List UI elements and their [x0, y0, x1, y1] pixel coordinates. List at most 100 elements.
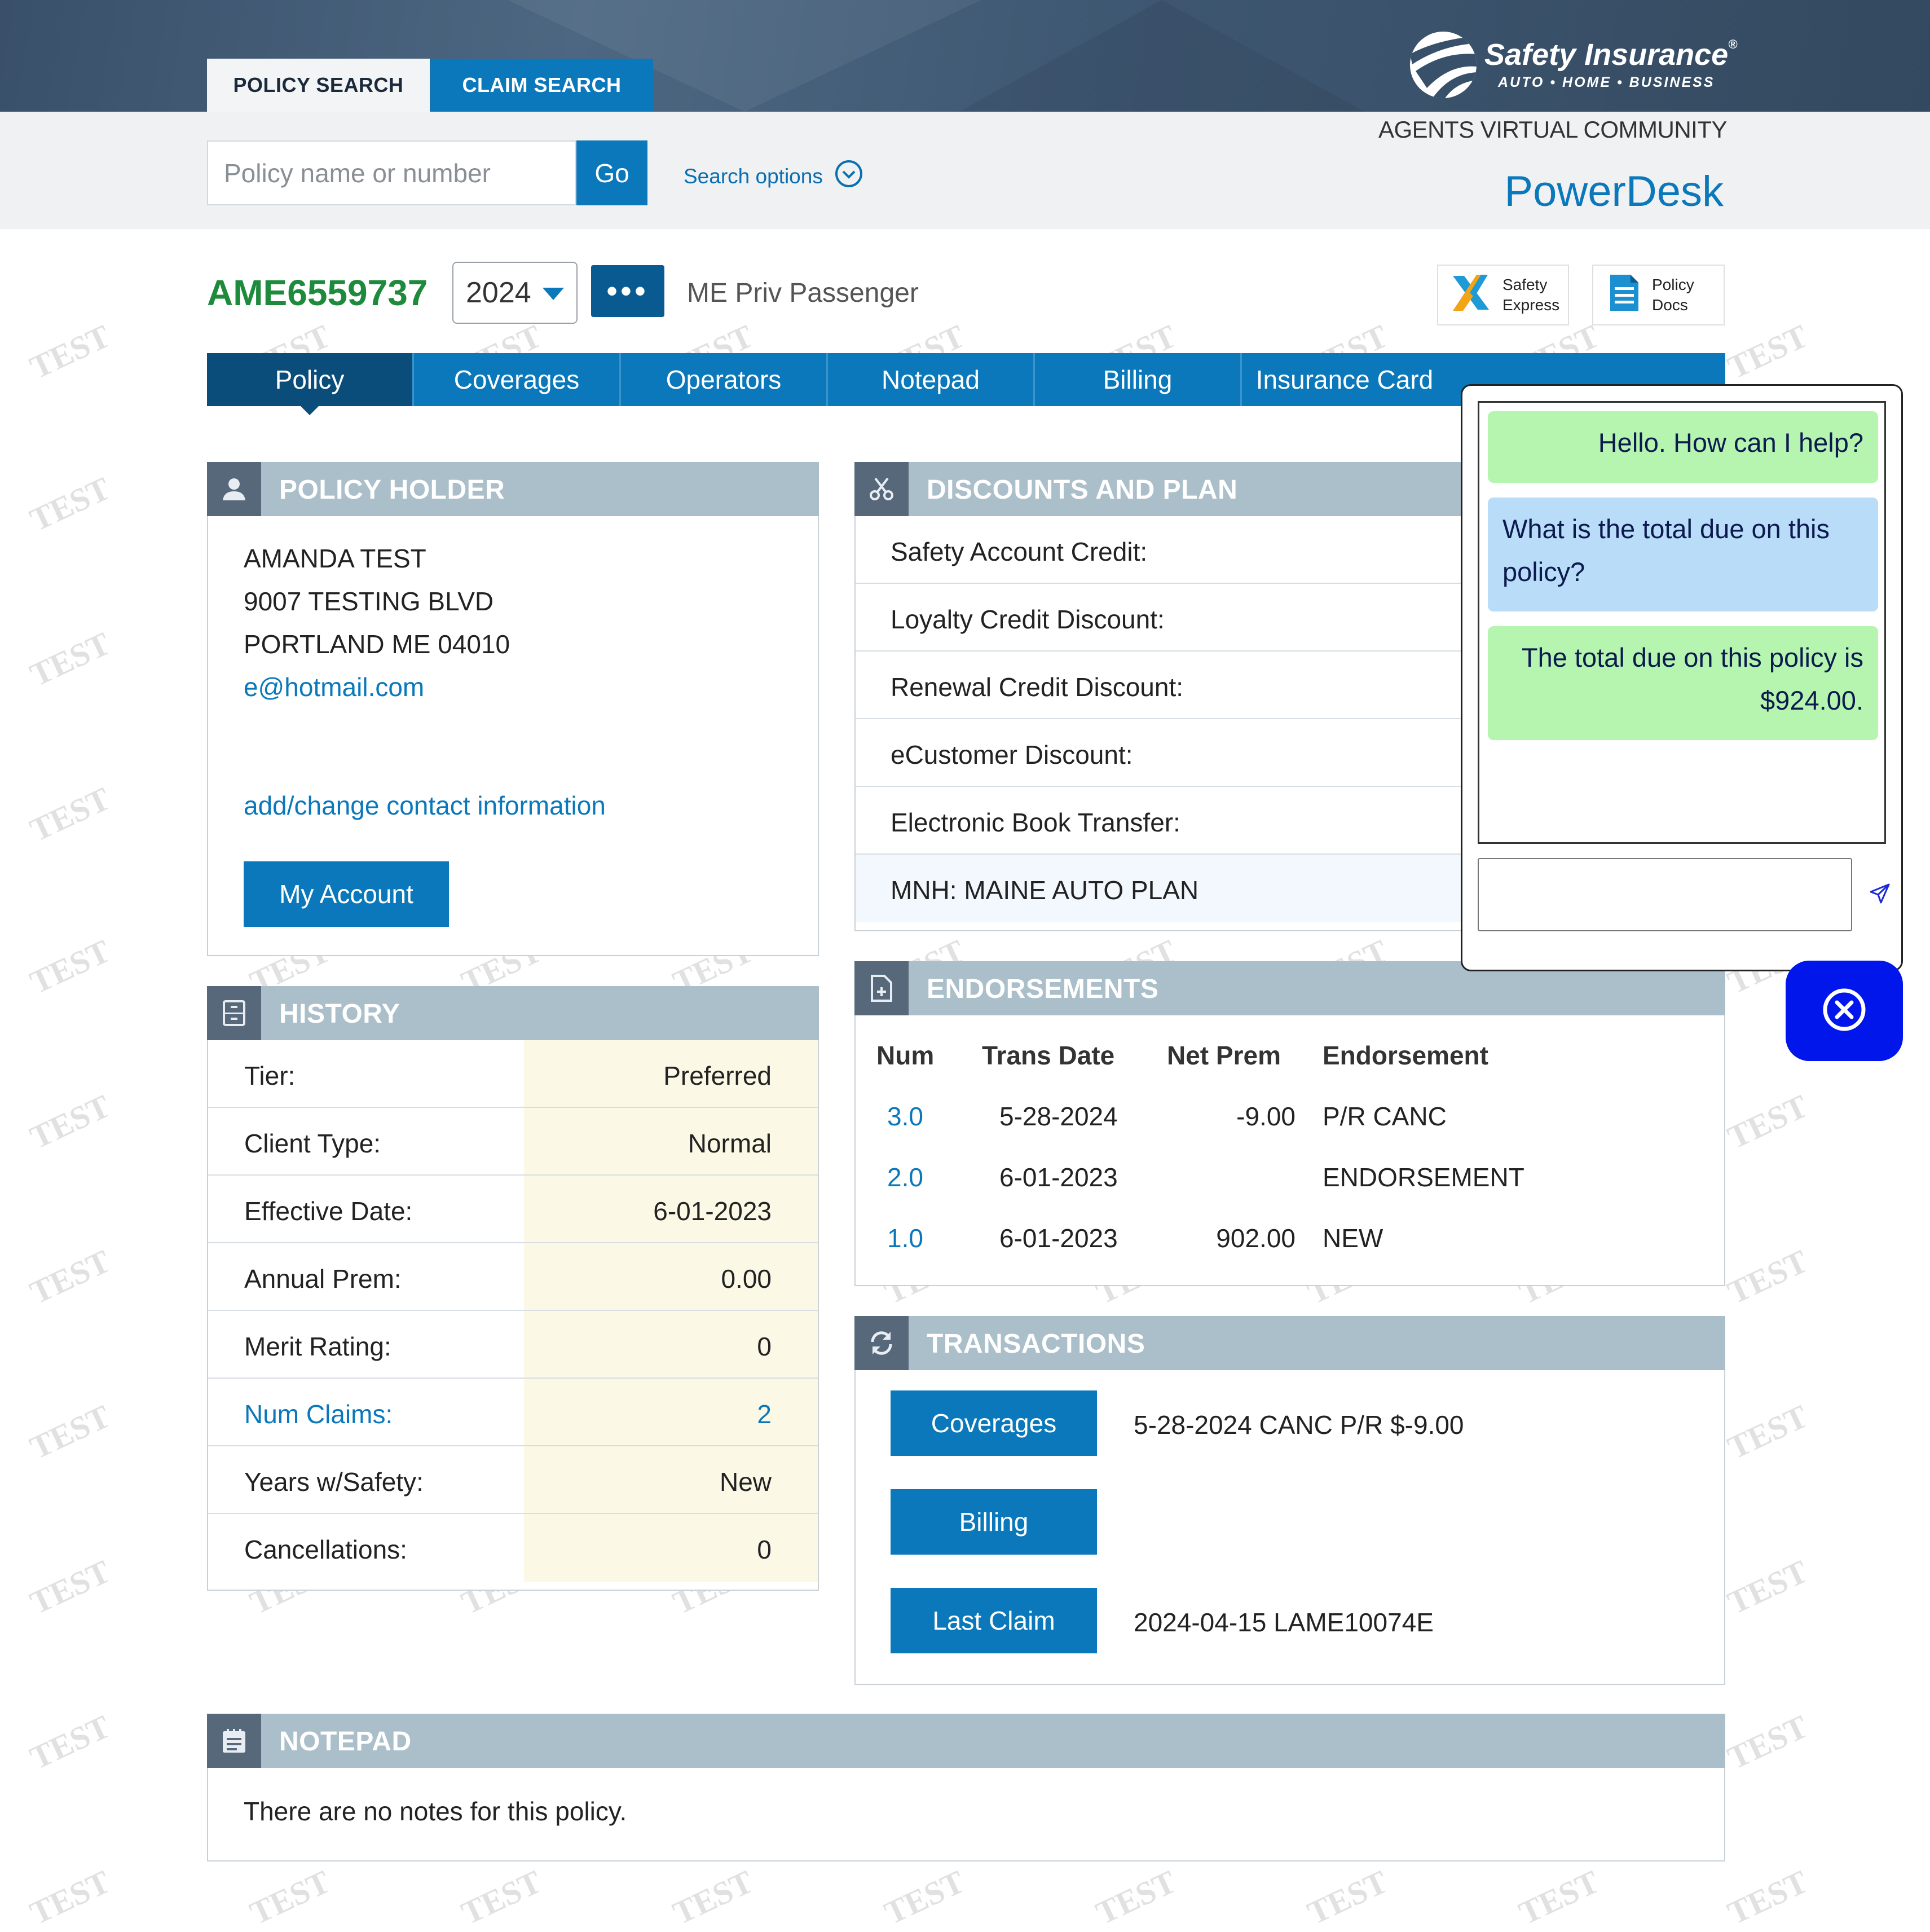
app-title: PowerDesk: [1504, 168, 1724, 215]
tab-policy-search[interactable]: POLICY SEARCH: [207, 59, 430, 112]
safety-express-button[interactable]: Safety Express: [1437, 265, 1569, 325]
discounts-title: DISCOUNTS AND PLAN: [927, 475, 1238, 505]
discounts-panel: DISCOUNTS AND PLAN Safety Account Credit…: [854, 462, 1497, 931]
history-value: New: [719, 1467, 772, 1497]
transactions-header: TRANSACTIONS: [854, 1316, 1725, 1370]
search-options-link[interactable]: Search options: [684, 159, 863, 193]
test-watermark: TEST: [244, 1863, 336, 1932]
history-row-client-type: Client Type: Normal: [208, 1108, 818, 1176]
scissors-icon: [854, 462, 909, 516]
brand-tagline: AUTO • HOME • BUSINESS: [1498, 74, 1715, 90]
test-watermark: TEST: [24, 317, 116, 386]
history-row-tier: Tier: Preferred: [208, 1040, 818, 1108]
year-select[interactable]: 2024: [452, 262, 578, 324]
transaction-billing-button[interactable]: Billing: [891, 1489, 1097, 1555]
endorsement-num-link[interactable]: 1.0: [887, 1223, 923, 1253]
policy-holder-header: POLICY HOLDER: [207, 462, 819, 516]
history-row-num-claims[interactable]: Num Claims: 2: [208, 1379, 818, 1446]
history-value: 0.00: [721, 1264, 772, 1293]
road-emblem-icon: [1410, 32, 1477, 98]
test-watermark: TEST: [24, 1242, 116, 1312]
transaction-last-claim-detail: 2024-04-15 LAME10074E: [1134, 1608, 1434, 1637]
endorsement-num-link[interactable]: 3.0: [887, 1101, 923, 1132]
policy-type: ME Priv Passenger: [687, 278, 919, 308]
safety-express-line1: Safety: [1502, 276, 1548, 293]
safety-express-x-icon: [1448, 272, 1493, 318]
test-watermark: TEST: [1722, 1552, 1814, 1622]
history-label: Years w/Safety:: [244, 1467, 424, 1497]
test-watermark: TEST: [24, 1397, 116, 1467]
chat-message-user: What is the total due on this policy?: [1488, 498, 1878, 611]
company-logo[interactable]: Safety Insurance® AUTO • HOME • BUSINESS: [1410, 32, 1737, 102]
policy-number: AME6559737: [207, 272, 428, 313]
notepad-icon: [207, 1714, 261, 1768]
endorsement-type: ENDORSEMENT: [1323, 1163, 1524, 1192]
tab-insurance-card[interactable]: Insurance Card: [1242, 353, 1447, 406]
endorsement-date: 5-28-2024: [999, 1102, 1118, 1131]
num-claims-value-link[interactable]: 2: [757, 1399, 772, 1429]
test-watermark: TEST: [1722, 1397, 1814, 1467]
more-options-button[interactable]: •••: [591, 265, 664, 317]
holder-address-line1: 9007 TESTING BLVD: [244, 587, 494, 616]
chat-close-button[interactable]: [1786, 961, 1903, 1061]
notepad-title: NOTEPAD: [279, 1727, 412, 1757]
discount-row: eCustomer Discount:: [856, 719, 1496, 787]
community-label: AGENTS VIRTUAL COMMUNITY: [1378, 116, 1728, 143]
tab-billing[interactable]: Billing: [1035, 353, 1242, 406]
history-panel: HISTORY Tier: Preferred Client Type: Norma…: [207, 986, 819, 1591]
history-row-effective-date: Effective Date: 6-01-2023: [208, 1176, 818, 1243]
tab-claim-search[interactable]: CLAIM SEARCH: [430, 59, 653, 112]
policy-holder-title: POLICY HOLDER: [279, 475, 505, 505]
holder-email-link[interactable]: e@hotmail.com: [244, 672, 424, 702]
test-watermark: TEST: [1513, 1863, 1605, 1932]
discount-label: eCustomer Discount:: [891, 740, 1133, 769]
col-header-net-prem: Net Prem: [1167, 1041, 1281, 1070]
transaction-coverages-button[interactable]: Coverages: [891, 1390, 1097, 1456]
brand-name: Safety Insurance: [1484, 38, 1729, 72]
chat-message-log[interactable]: Hello. How can I help? What is the total…: [1478, 401, 1886, 844]
endorsements-title: ENDORSEMENTS: [927, 974, 1159, 1004]
chat-message-bot: The total due on this policy is $924.00.: [1488, 626, 1878, 740]
notepad-header: NOTEPAD: [207, 1714, 1725, 1768]
test-watermark: TEST: [456, 1863, 548, 1932]
change-contact-link[interactable]: add/change contact information: [244, 790, 606, 821]
chat-input[interactable]: [1478, 858, 1852, 931]
tab-policy[interactable]: Policy: [207, 353, 414, 415]
endorsement-net-prem: 902.00: [1216, 1224, 1296, 1253]
policy-search-input[interactable]: [207, 140, 576, 205]
transactions-title: TRANSACTIONS: [927, 1329, 1145, 1359]
endorsement-date: 6-01-2023: [999, 1163, 1118, 1192]
test-watermark: TEST: [24, 1707, 116, 1777]
my-account-button[interactable]: My Account: [244, 861, 449, 927]
history-row-cancellations: Cancellations: 0: [208, 1514, 818, 1582]
discount-row: Safety Account Credit:: [856, 516, 1496, 584]
refresh-icon: [854, 1316, 909, 1370]
endorsement-num-link[interactable]: 2.0: [887, 1162, 923, 1192]
go-button[interactable]: Go: [576, 140, 647, 205]
holder-address-line2: PORTLAND ME 04010: [244, 630, 510, 659]
test-watermark: TEST: [667, 1863, 759, 1932]
col-header-num: Num: [876, 1041, 935, 1070]
history-title: HISTORY: [279, 999, 400, 1029]
history-label: Client Type:: [244, 1129, 381, 1158]
discount-label: Electronic Book Transfer:: [891, 808, 1180, 837]
send-icon[interactable]: [1863, 877, 1897, 910]
num-claims-link[interactable]: Num Claims:: [244, 1399, 393, 1429]
notepad-empty-text: There are no notes for this policy.: [244, 1797, 627, 1826]
test-watermark: TEST: [1722, 1863, 1814, 1932]
history-label: Annual Prem:: [244, 1264, 402, 1293]
year-value: 2024: [466, 276, 531, 309]
test-watermark: TEST: [24, 469, 116, 539]
tab-operators[interactable]: Operators: [621, 353, 828, 406]
chat-widget: Hello. How can I help? What is the total…: [1461, 384, 1903, 971]
policy-docs-button[interactable]: Policy Docs: [1592, 265, 1725, 325]
test-watermark: TEST: [1090, 1863, 1182, 1932]
endorsement-date: 6-01-2023: [999, 1224, 1118, 1253]
holder-name: AMANDA TEST: [244, 544, 426, 573]
discount-row: Electronic Book Transfer:: [856, 787, 1496, 855]
tab-coverages[interactable]: Coverages: [414, 353, 621, 406]
transaction-last-claim-button[interactable]: Last Claim: [891, 1588, 1097, 1653]
test-watermark: TEST: [1722, 1242, 1814, 1312]
discount-label: Loyalty Credit Discount:: [891, 605, 1165, 634]
tab-notepad[interactable]: Notepad: [828, 353, 1035, 406]
